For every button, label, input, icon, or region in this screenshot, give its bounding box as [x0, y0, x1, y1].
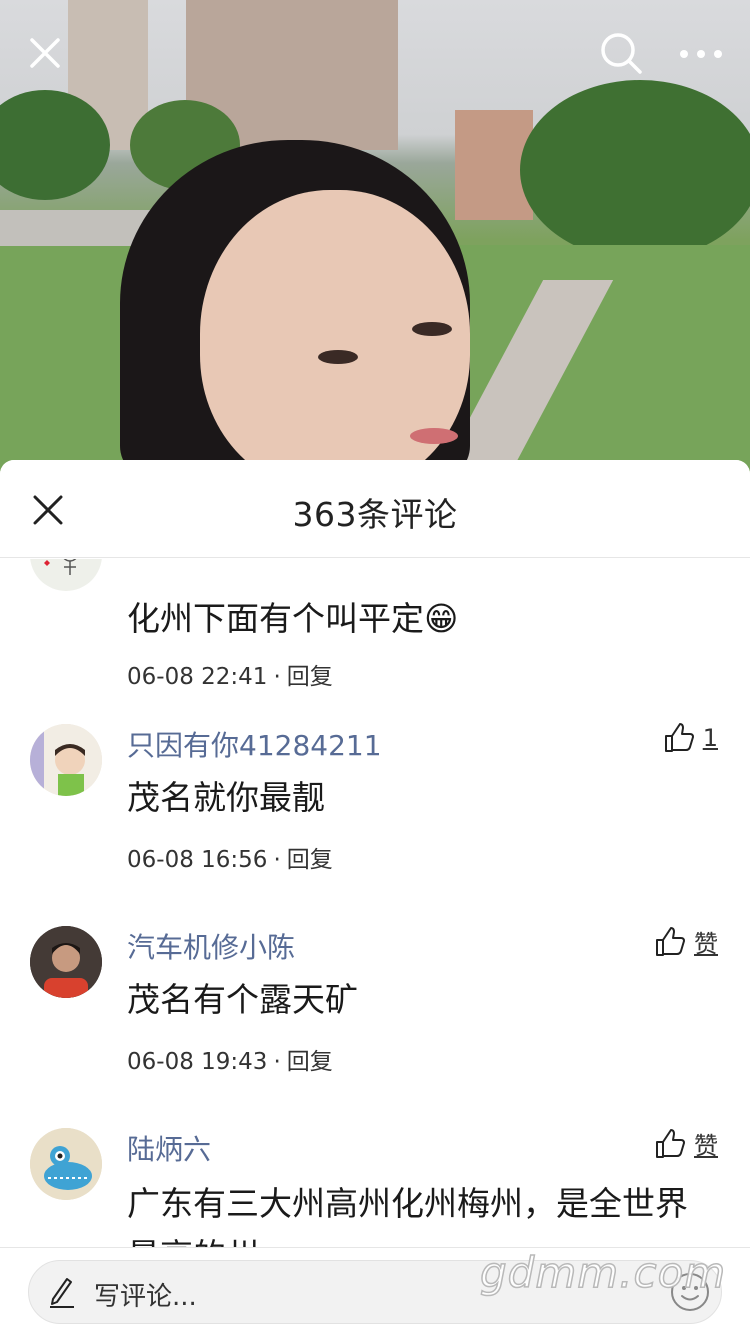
like-label: 赞	[694, 1132, 718, 1160]
search-icon[interactable]	[598, 30, 644, 76]
comment-item: 只因有你41284211 1 茂名就你最靓 06-08 16:56 · 回复	[0, 722, 750, 924]
username[interactable]: 汽车机修小陈	[127, 926, 295, 966]
close-icon[interactable]	[22, 30, 68, 76]
more-icon[interactable]	[674, 36, 728, 72]
avatar[interactable]	[30, 724, 102, 796]
comment-text: 广东有三大州高州化州梅州，是全世界最高的州	[127, 1184, 688, 1247]
video-background[interactable]	[0, 0, 750, 480]
reply-button[interactable]: 回复	[287, 847, 333, 873]
avatar[interactable]	[30, 559, 102, 591]
like-button[interactable]: 1	[663, 722, 718, 754]
comment-meta: 06-08 19:43 · 回复	[127, 1042, 333, 1076]
avatar[interactable]	[30, 1128, 102, 1200]
sheet-header: 363条评论	[0, 460, 750, 558]
person-eye	[318, 350, 358, 364]
comment-item: 陆炳六 赞 广东有三大州高州化州梅州，是全世界最高的州	[0, 1128, 750, 1247]
comment-text: 茂名有个露天矿	[127, 980, 358, 1019]
comment-time: 06-08 19:43	[127, 1049, 268, 1075]
emoji-icon[interactable]	[669, 1271, 711, 1313]
like-button[interactable]: 赞	[654, 924, 718, 959]
thumbs-up-icon	[664, 723, 694, 752]
meta-separator: ·	[273, 1049, 281, 1075]
like-label: 赞	[694, 930, 718, 958]
comment-time: 06-08 22:41	[127, 664, 268, 690]
comment-sheet: 363条评论 化州下面有个叫平定😁 06-08 22:41 · 回复 只因有你4…	[0, 460, 750, 1334]
thumbs-up-icon	[656, 926, 685, 956]
meta-separator: ·	[273, 847, 281, 873]
comment-input[interactable]: 写评论...	[28, 1260, 722, 1324]
username[interactable]: 只因有你41284211	[127, 724, 382, 764]
background-tree	[520, 80, 750, 260]
comment-count-title: 363条评论	[292, 495, 458, 534]
meta-separator: ·	[273, 664, 281, 690]
comment-item: 化州下面有个叫平定😁 06-08 22:41 · 回复	[0, 559, 750, 690]
comment-list[interactable]: 化州下面有个叫平定😁 06-08 22:41 · 回复 只因有你41284211 1	[0, 559, 750, 1247]
username[interactable]: 陆炳六	[127, 1128, 211, 1168]
thumbs-up-icon	[656, 1128, 685, 1158]
person-lips	[410, 428, 458, 444]
comment-item: 汽车机修小陈 赞 茂名有个露天矿 06-08 19:43 · 回复	[0, 926, 750, 1126]
comment-text: 茂名就你最靓	[127, 778, 325, 817]
reply-button[interactable]: 回复	[287, 664, 333, 690]
input-placeholder: 写评论...	[94, 1282, 197, 1312]
comment-time: 06-08 16:56	[127, 847, 268, 873]
reply-button[interactable]: 回复	[287, 1049, 333, 1075]
comment-meta: 06-08 22:41 · 回复	[127, 657, 333, 691]
comment-text: 化州下面有个叫平定😁	[127, 599, 459, 638]
like-count: 1	[702, 724, 718, 752]
avatar[interactable]	[30, 926, 102, 998]
person-eye	[412, 322, 452, 336]
comment-meta: 06-08 16:56 · 回复	[127, 840, 333, 874]
comment-input-bar: 写评论...	[0, 1247, 750, 1334]
pen-icon	[50, 1278, 74, 1308]
like-button[interactable]: 赞	[654, 1126, 718, 1161]
